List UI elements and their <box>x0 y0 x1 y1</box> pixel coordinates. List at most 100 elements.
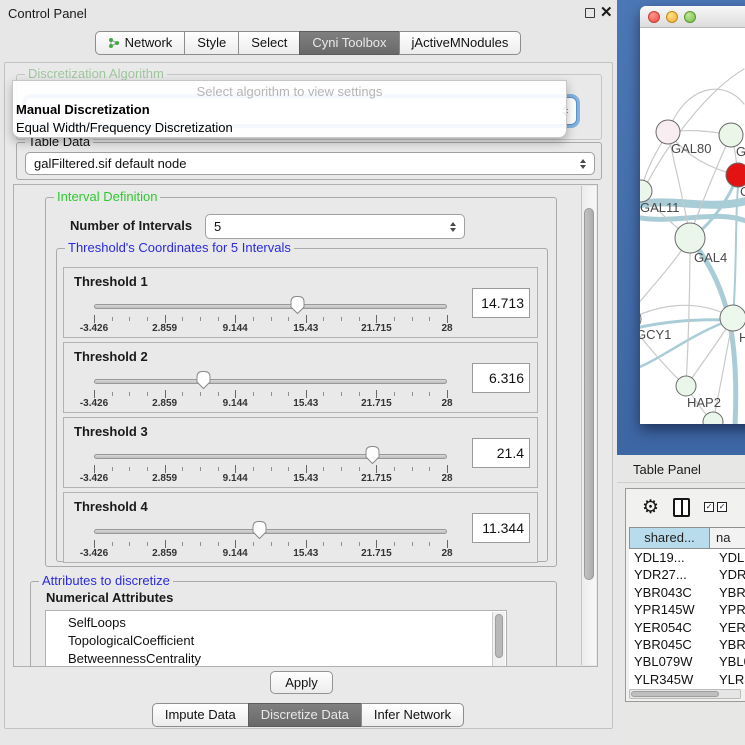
network-edge[interactable] <box>640 216 745 221</box>
attribute-list-scrollbar-thumb[interactable] <box>495 614 503 658</box>
network-canvas[interactable]: GAL80GACDGAL11GAL4GCY1HAHAP2 <box>640 29 745 424</box>
table-row[interactable]: YBR045CYBR0 <box>629 636 745 653</box>
tab-style-label: Style <box>197 35 226 50</box>
cell-shared-name[interactable]: YBR043C <box>629 584 710 601</box>
cell-shared-name[interactable]: YPR145W <box>629 601 710 618</box>
attribute-list-scrollbar[interactable] <box>492 612 505 667</box>
popup-option-manual-discretization[interactable]: Manual Discretization <box>16 102 150 117</box>
attribute-list-item[interactable]: SelfLoops <box>68 614 506 632</box>
tick-mark <box>412 392 413 396</box>
cell-shared-name[interactable]: YBL079W <box>629 653 710 670</box>
table-panel: Table Panel ⚙ ✓ ✓ shared... na YDL19...Y… <box>617 455 745 745</box>
tab-cyni-toolbox[interactable]: Cyni Toolbox <box>299 31 399 55</box>
number-of-intervals-combobox[interactable]: 5 <box>205 214 465 239</box>
column-header-shared-name[interactable]: shared... <box>629 527 710 549</box>
network-edge[interactable] <box>640 305 730 319</box>
slider-track[interactable] <box>94 454 447 459</box>
tab-discretize-data[interactable]: Discretize Data <box>248 703 362 727</box>
cell-shared-name[interactable]: YDR27... <box>629 566 710 583</box>
tab-impute-data[interactable]: Impute Data <box>152 703 249 727</box>
tick-mark <box>447 315 448 323</box>
table-data-combobox[interactable]: galFiltered.sif default node <box>25 152 595 175</box>
threshold-1-value-field[interactable]: 14.713 <box>472 288 530 318</box>
slider-track[interactable] <box>94 304 447 309</box>
checkbox-icon[interactable]: ✓ <box>704 502 714 512</box>
numerical-attributes-list[interactable]: SelfLoopsTopologicalCoefficientBetweenne… <box>45 610 507 667</box>
gear-icon[interactable]: ⚙ <box>642 498 659 517</box>
minimize-traffic-light-icon[interactable] <box>666 11 678 23</box>
table-horizontal-scrollbar[interactable] <box>629 689 741 699</box>
network-node-label: GAL4 <box>694 250 727 265</box>
table-row[interactable]: YBR043CYBR0 <box>629 584 745 601</box>
cell-name[interactable]: YDL1 <box>710 549 745 566</box>
slider-thumb[interactable] <box>289 295 306 315</box>
cell-shared-name[interactable]: YLR345W <box>629 671 710 688</box>
table-row[interactable]: YPR145WYPR1 <box>629 601 745 618</box>
tick-mark <box>147 467 148 471</box>
cell-name[interactable]: YDR2 <box>710 566 745 583</box>
cell-shared-name[interactable]: YBR045C <box>629 636 710 653</box>
cell-name[interactable]: YER0 <box>710 619 745 636</box>
network-node[interactable] <box>640 180 652 202</box>
network-node[interactable] <box>675 223 705 253</box>
slider-track[interactable] <box>94 379 447 384</box>
tick-label: 15.43 <box>293 323 318 334</box>
network-node[interactable] <box>676 376 696 396</box>
settings-scrollbar[interactable] <box>581 186 596 665</box>
discretization-algorithm-group-title: Discretization Algorithm <box>25 67 167 81</box>
tick-mark <box>447 465 448 473</box>
tick-mark <box>253 392 254 396</box>
cell-name[interactable]: YBL0 <box>710 653 745 670</box>
network-icon <box>108 37 120 49</box>
tab-select[interactable]: Select <box>238 31 300 55</box>
threshold-2-value-field[interactable]: 6.316 <box>472 363 530 393</box>
popup-option-equal-width-frequency[interactable]: Equal Width/Frequency Discretization <box>16 120 233 135</box>
tab-network[interactable]: Network <box>95 31 186 55</box>
network-edge[interactable] <box>686 238 690 386</box>
table-row[interactable]: YDL19...YDL1 <box>629 549 745 566</box>
tick-mark <box>376 315 377 323</box>
attribute-list-item[interactable]: BetweennessCentrality <box>68 650 506 667</box>
slider-track[interactable] <box>94 529 447 534</box>
cell-name[interactable]: YBR0 <box>710 636 745 653</box>
zoom-traffic-light-icon[interactable] <box>684 11 696 23</box>
apply-button[interactable]: Apply <box>270 671 333 694</box>
control-panel-title: Control Panel <box>8 6 87 21</box>
cell-name[interactable]: YBR0 <box>710 584 745 601</box>
tick-mark <box>129 542 130 546</box>
cell-name[interactable]: YLR3 <box>710 671 745 688</box>
column-header-name[interactable]: na <box>710 527 745 549</box>
tick-label: 21.715 <box>361 398 392 409</box>
tick-label: 28 <box>441 548 452 559</box>
tab-infer-network[interactable]: Infer Network <box>361 703 464 727</box>
network-view-window[interactable]: GAL80GACDGAL11GAL4GCY1HAHAP2 <box>640 6 745 424</box>
cell-name[interactable]: YPR1 <box>710 601 745 618</box>
column-selector-icon[interactable] <box>673 498 690 517</box>
table-row[interactable]: YLR345WYLR3 <box>629 671 745 688</box>
tick-mark <box>323 317 324 321</box>
tab-jactivemnodules[interactable]: jActiveMNodules <box>399 31 522 55</box>
table-row[interactable]: YDR27...YDR2 <box>629 566 745 583</box>
tick-mark <box>288 392 289 396</box>
cell-shared-name[interactable]: YER054C <box>629 619 710 636</box>
tick-label: 2.859 <box>152 473 177 484</box>
table-row[interactable]: YER054CYER0 <box>629 619 745 636</box>
slider-thumb[interactable] <box>251 520 268 540</box>
tab-cyni-toolbox-label: Cyni Toolbox <box>312 35 386 50</box>
threshold-3-value-field[interactable]: 21.4 <box>472 438 530 468</box>
settings-scrollbar-thumb[interactable] <box>584 208 594 580</box>
cell-shared-name[interactable]: YDL19... <box>629 549 710 566</box>
checkbox-icon[interactable]: ✓ <box>717 502 727 512</box>
tick-label: 9.144 <box>223 398 248 409</box>
network-node[interactable] <box>720 305 745 331</box>
slider-thumb[interactable] <box>364 445 381 465</box>
float-window-icon[interactable] <box>585 8 595 18</box>
close-traffic-light-icon[interactable] <box>648 11 660 23</box>
attribute-list-item[interactable]: TopologicalCoefficient <box>68 632 506 650</box>
slider-thumb[interactable] <box>195 370 212 390</box>
table-row[interactable]: YBL079WYBL0 <box>629 653 745 670</box>
threshold-4-value-field[interactable]: 11.344 <box>472 513 530 543</box>
table-horizontal-scrollbar-thumb[interactable] <box>631 691 719 697</box>
tab-style[interactable]: Style <box>184 31 239 55</box>
close-icon[interactable]: ✕ <box>600 3 613 21</box>
